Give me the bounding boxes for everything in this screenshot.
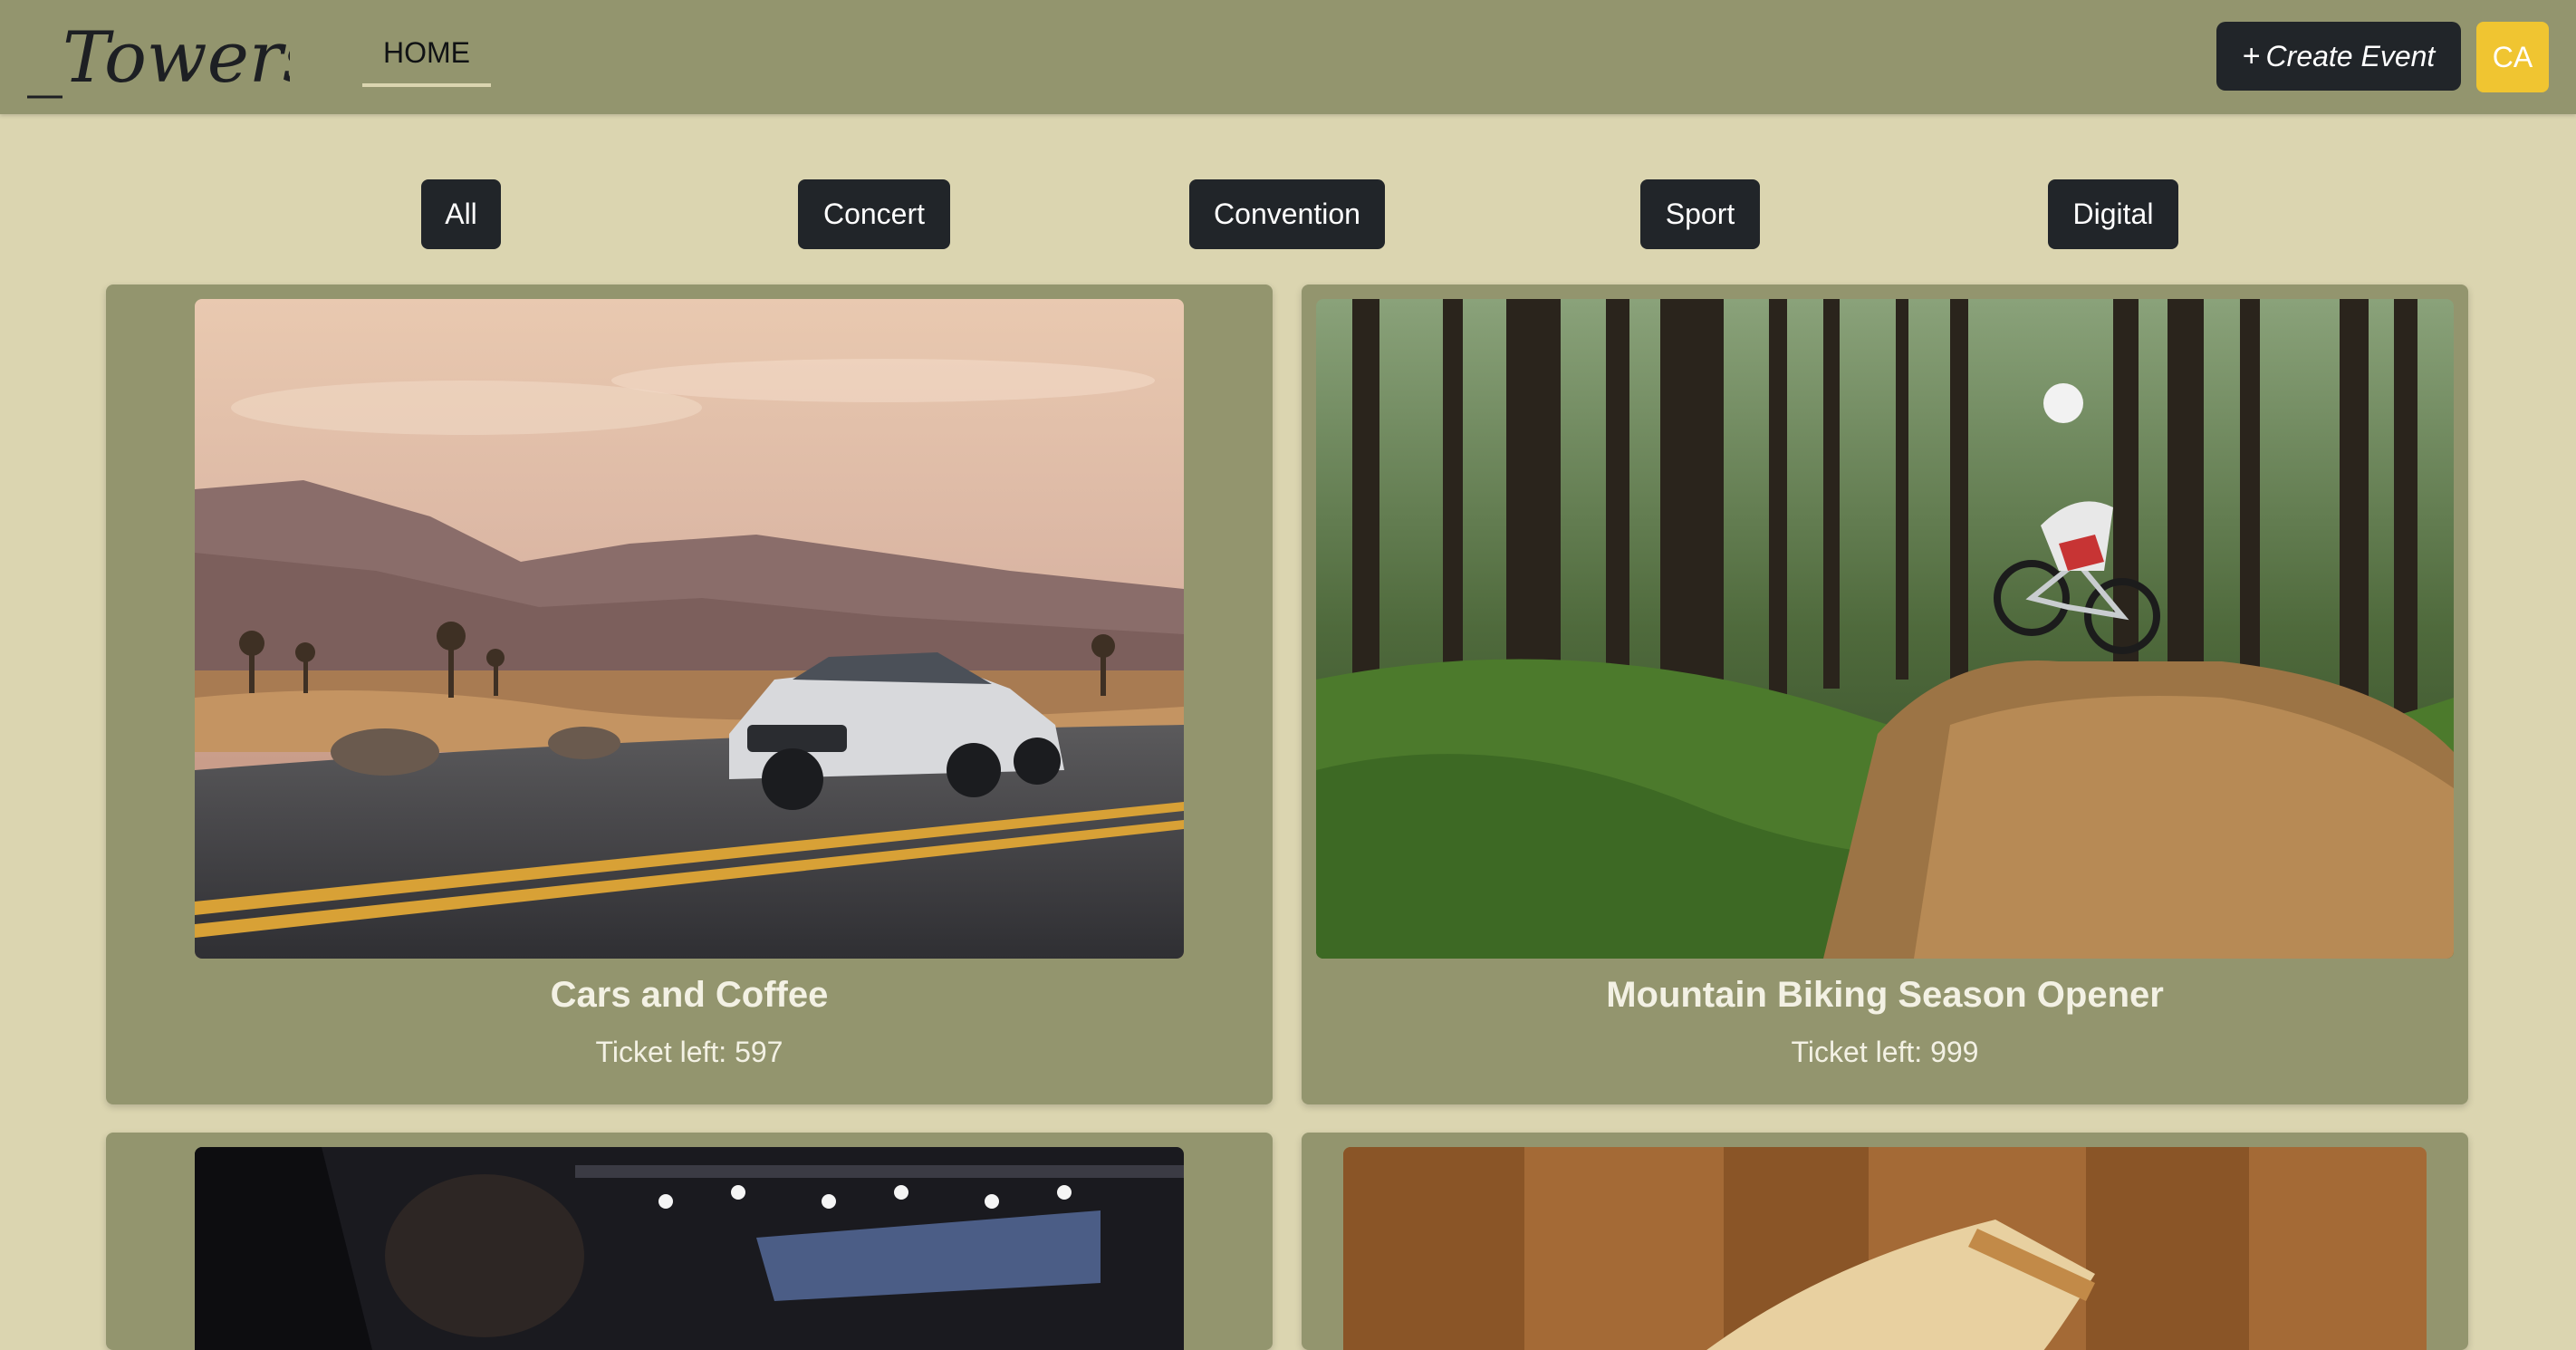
filter-convention-button[interactable]: Convention [1189,179,1385,249]
event-card-cars-and-coffee[interactable]: Cars and Coffee Ticket left: 597 [106,284,1273,1104]
filter-sport-button[interactable]: Sport [1640,179,1760,249]
top-navbar: _Towers HOME + Create Event CA [0,0,2576,114]
event-image-esports[interactable] [195,1147,1184,1350]
event-title: Cars and Coffee [550,975,829,1015]
event-tickets-left: Ticket left: 597 [595,1036,783,1068]
user-avatar[interactable]: CA [2476,22,2549,92]
filter-all-button[interactable]: All [421,179,501,249]
event-card-mountain-biking[interactable]: Mountain Biking Season Opener Ticket lef… [1302,284,2468,1104]
event-image-car[interactable] [195,299,1184,959]
nav-home-link[interactable]: HOME [362,27,491,87]
logo-text: _Towers [27,17,290,99]
event-title: Mountain Biking Season Opener [1606,975,2164,1015]
plus-icon: + [2242,38,2261,73]
filter-digital-button[interactable]: Digital [2048,179,2178,249]
create-event-button[interactable]: + Create Event [2216,22,2461,91]
filter-concert-button[interactable]: Concert [798,179,950,249]
event-image-mountain-bike[interactable] [1316,299,2454,959]
event-card-esports[interactable] [106,1133,1273,1350]
create-event-label: Create Event [2265,39,2436,72]
event-card-food[interactable] [1302,1133,2468,1350]
brand-logo[interactable]: _Towers [27,11,319,101]
event-tickets-left: Ticket left: 999 [1791,1036,1979,1068]
event-image-sandwich[interactable] [1343,1147,2427,1350]
